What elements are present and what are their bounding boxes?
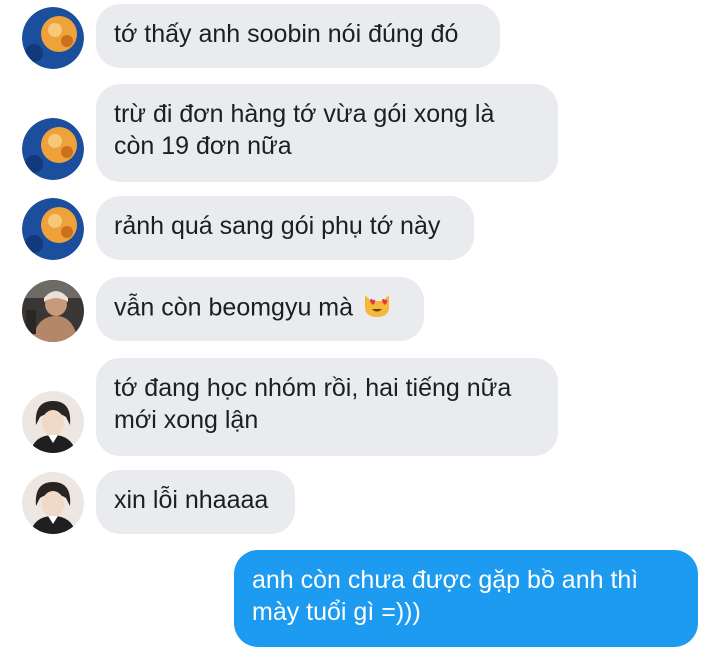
portrait-avatar[interactable] — [22, 391, 84, 453]
message-text: còn 19 đơn nữa — [114, 132, 292, 160]
heart-eyes-cat-emoji — [362, 291, 392, 327]
message-text: mới xong lận — [114, 406, 259, 434]
orange-planet-avatar[interactable] — [22, 7, 84, 69]
outgoing-message-bubble[interactable]: anh còn chưa được gặp bồ anh thì mày tuổ… — [234, 550, 698, 647]
incoming-message-bubble[interactable]: vẫn còn beomgyu mà — [96, 277, 424, 341]
orange-planet-avatar[interactable] — [22, 118, 84, 180]
message-text: tớ thấy anh soobin nói đúng đó — [114, 20, 459, 48]
message-text: trừ đi đơn hàng tớ vừa gói xong là — [114, 100, 495, 128]
message-text: rảnh quá sang gói phụ tớ này — [114, 212, 441, 240]
orange-planet-avatar[interactable] — [22, 198, 84, 260]
message-text: tớ đang học nhóm rồi, hai tiếng nữa — [114, 374, 512, 402]
incoming-message-bubble[interactable]: trừ đi đơn hàng tớ vừa gói xong là còn 1… — [96, 84, 558, 182]
gym-photo-avatar[interactable] — [22, 280, 84, 342]
message-text: vẫn còn beomgyu mà — [114, 293, 354, 322]
message-text: mày tuổi gì =))) — [252, 598, 421, 626]
portrait-avatar[interactable] — [22, 472, 84, 534]
incoming-message-bubble[interactable]: xin lỗi nhaaaa — [96, 470, 295, 534]
incoming-message-bubble[interactable]: rảnh quá sang gói phụ tớ này — [96, 196, 474, 260]
incoming-message-bubble[interactable]: tớ thấy anh soobin nói đúng đó — [96, 4, 500, 68]
message-text: anh còn chưa được gặp bồ anh thì — [252, 566, 639, 594]
incoming-message-bubble[interactable]: tớ đang học nhóm rồi, hai tiếng nữa mới … — [96, 358, 558, 456]
message-text: xin lỗi nhaaaa — [114, 486, 269, 514]
